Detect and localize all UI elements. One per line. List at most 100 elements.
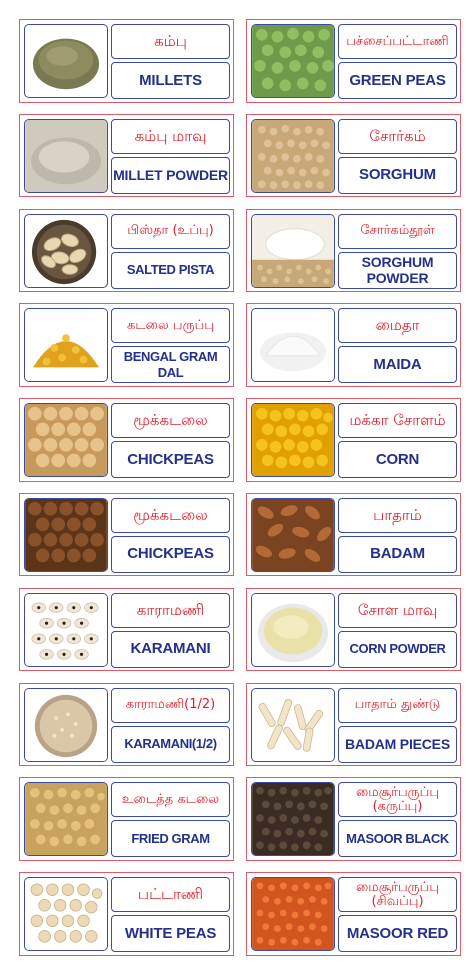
tamil-name: காராமணி(1/2) <box>125 697 216 713</box>
product-card-karamani: காராமணி KARAMANI <box>19 587 234 672</box>
english-name-box: KARAMANI(1/2) <box>111 725 230 763</box>
black-eyed-peas-image <box>24 592 108 667</box>
tamil-name-box: மைசூர்பருப்பு (சிவப்பு) <box>338 877 457 913</box>
pistachios-image <box>24 213 108 288</box>
english-name-box: GREEN PEAS <box>338 62 457 99</box>
millet-powder-image <box>24 118 108 193</box>
product-card-corn: மக்கா சோளம் CORN <box>246 398 461 482</box>
tamil-name-box: பச்சைப்பட்டாணி <box>338 24 457 59</box>
english-name-box: CORN <box>338 441 457 479</box>
tamil-name-box: பாதாம் <box>338 497 457 533</box>
tamil-name: மூக்கடலை <box>133 411 208 430</box>
english-name-box: MASOOR BLACK <box>338 820 457 858</box>
english-name: WHITE PEAS <box>124 924 217 942</box>
tamil-name-box: மைசூர்பருப்பு (கருப்பு) <box>338 782 457 818</box>
split-karamani-image <box>24 687 108 762</box>
millet-grains-image <box>24 24 108 98</box>
english-name-box: SORGHUM POWDER <box>338 251 457 289</box>
tamil-name: கம்பு <box>154 32 187 50</box>
product-card-sorghum-powder: சோர்கம்தூள் SORGHUM POWDER <box>246 208 461 293</box>
product-card-karamani-half: காராமணி(1/2) KARAMANI(1/2) <box>19 682 234 767</box>
english-name-box: MILLET POWDER <box>111 156 230 194</box>
tamil-name: பச்சைப்பட்டாணி <box>346 33 449 49</box>
english-name: CHICKPEAS <box>127 450 214 468</box>
english-name: SORGHUM POWDER <box>361 254 434 287</box>
tamil-name: பாதாம் <box>373 505 422 524</box>
product-card-masoor-black: மைசூர்பருப்பு (கருப்பு) MASOOR BLACK <box>246 777 461 861</box>
tamil-name: மைசூர்பருப்பு (சிவப்பு) <box>355 879 440 909</box>
english-name: GREEN PEAS <box>349 71 446 89</box>
english-name-box: BADAM PIECES <box>338 725 457 763</box>
tamil-name-box: கடலை பருப்பு <box>111 308 230 344</box>
product-card-chickpeas: மூக்கடலை CHICKPEAS <box>19 398 234 482</box>
sorghum-grains-image <box>251 118 335 193</box>
product-card-badam: பாதாம் BADAM <box>246 492 461 577</box>
product-card-salted-pista: பிஸ்தா (உப்பு) SALTED PISTA <box>19 208 234 293</box>
almond-pieces-image <box>251 687 335 762</box>
english-name-box: SORGHUM <box>338 156 457 194</box>
bengal-gram-dal-image <box>24 308 108 383</box>
english-name-box: SALTED PISTA <box>111 251 230 289</box>
english-name-box: BADAM <box>338 535 457 573</box>
product-card-masoor-red: மைசூர்பருப்பு (சிவப்பு) MASOOR RED <box>246 872 461 956</box>
tamil-name-box: மூக்கடலை <box>111 497 230 533</box>
tamil-name-box: சோள மாவு <box>338 592 457 628</box>
tamil-name-box: மைதா <box>338 308 457 344</box>
english-name-box: BENGAL GRAM DAL <box>111 346 230 384</box>
product-card-sorghum: சோர்கம் SORGHUM <box>246 113 461 198</box>
tamil-name: கடலை பருப்பு <box>127 317 214 333</box>
english-name: MILLET POWDER <box>113 167 228 184</box>
white-peas-image <box>24 877 108 952</box>
tamil-name: பாதாம் துண்டு <box>354 697 441 713</box>
product-card-white-peas: பட்டாணி WHITE PEAS <box>19 872 234 956</box>
tamil-name-box: பிஸ்தா (உப்பு) <box>111 213 230 249</box>
product-card-bengal-gram-dal: கடலை பருப்பு BENGAL GRAM DAL <box>19 303 234 387</box>
product-card-corn-powder: சோள மாவு CORN POWDER <box>246 587 461 672</box>
english-name: SORGHUM <box>359 166 436 184</box>
masoor-black-image <box>251 782 335 857</box>
english-name: FRIED GRAM <box>131 830 210 846</box>
tamil-name-box: பட்டாணி <box>111 877 230 913</box>
english-name: KARAMANI(1/2) <box>124 736 217 752</box>
english-name: SALTED PISTA <box>126 262 215 278</box>
tamil-name-box: கம்பு மாவு <box>111 118 230 154</box>
tamil-name: சோர்கம் <box>369 126 426 145</box>
tamil-name-box: காராமணி <box>111 592 230 628</box>
english-name: KARAMANI <box>130 640 211 658</box>
tamil-name-box: சோர்கம் <box>338 118 457 154</box>
product-label-grid: கம்பு MILLETS பச்சைப்பட்டாணி GREEN PEAS … <box>19 19 462 956</box>
tamil-name-box: கம்பு <box>111 24 230 59</box>
english-name: MAIDA <box>373 355 422 373</box>
english-name: BADAM <box>370 545 425 563</box>
english-name: MILLETS <box>139 71 202 89</box>
tamil-name: மூக்கடலை <box>133 505 208 524</box>
english-name: CORN <box>375 450 420 468</box>
product-card-millets: கம்பு MILLETS <box>19 19 234 103</box>
english-name-box: CORN POWDER <box>338 630 457 668</box>
tamil-name-box: மக்கா சோளம் <box>338 403 457 439</box>
masoor-red-image <box>251 877 335 952</box>
tamil-name: சோள மாவு <box>357 600 438 619</box>
product-card-fried-gram: உடைத்த கடலை FRIED GRAM <box>19 777 234 861</box>
tamil-name: பிஸ்தா (உப்பு) <box>127 223 214 239</box>
tamil-name-box: உடைத்த கடலை <box>111 782 230 818</box>
tamil-name-box: மூக்கடலை <box>111 403 230 439</box>
english-name: BADAM PIECES <box>345 736 450 753</box>
tamil-name: கம்பு மாவு <box>134 126 207 145</box>
english-name: MASOOR BLACK <box>346 830 449 846</box>
green-peas-image <box>251 24 335 98</box>
chickpeas-image <box>24 403 108 478</box>
product-card-millet-powder: கம்பு மாவு MILLET POWDER <box>19 113 234 198</box>
product-card-badam-pieces: பாதாம் துண்டு BADAM PIECES <box>246 682 461 767</box>
tamil-name: காராமணி <box>136 600 205 619</box>
english-name-box: MASOOR RED <box>338 915 457 953</box>
english-name-box: CHICKPEAS <box>111 535 230 573</box>
tamil-name: மைதா <box>375 316 420 335</box>
product-card-maida: மைதா MAIDA <box>246 303 461 387</box>
maida-flour-image <box>251 308 335 383</box>
english-name: MASOOR RED <box>346 924 449 942</box>
tamil-name-box: பாதாம் துண்டு <box>338 687 457 723</box>
product-card-brown-chickpeas: மூக்கடலை CHICKPEAS <box>19 492 234 577</box>
almonds-image <box>251 497 335 572</box>
english-name-box: MILLETS <box>111 62 230 99</box>
